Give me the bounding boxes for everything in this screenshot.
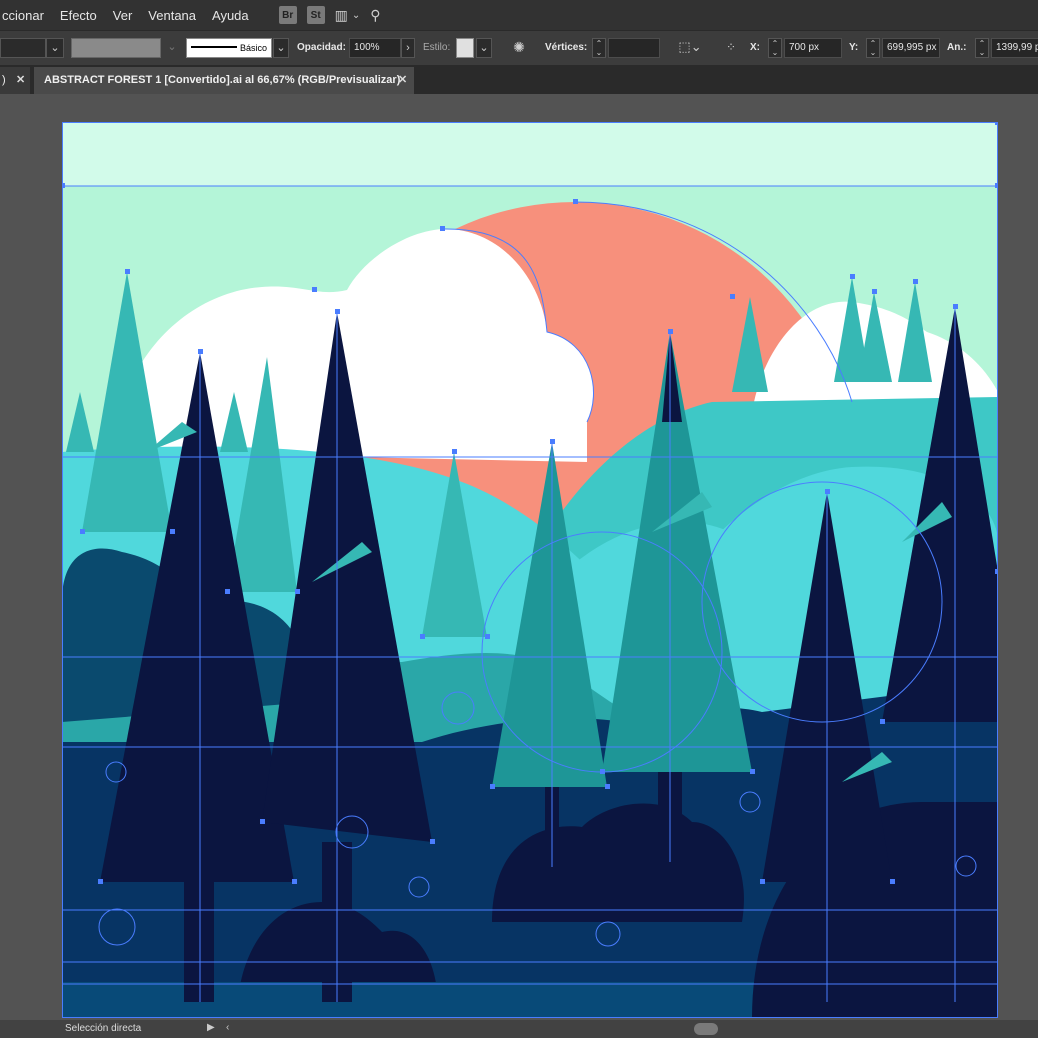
artboard[interactable] xyxy=(62,122,998,1018)
chevron-left-icon[interactable]: ‹ xyxy=(226,1022,229,1033)
width-label: An.: xyxy=(947,42,967,53)
globe-icon[interactable]: ✺ xyxy=(510,38,528,58)
chevron-right-icon[interactable]: ▶ xyxy=(207,1022,215,1033)
grid-icon[interactable]: ⁘ xyxy=(720,38,742,58)
tab-previous[interactable]: ) ✕ xyxy=(0,67,30,94)
tab-previous-label: ) xyxy=(2,74,6,86)
vertices-field[interactable] xyxy=(608,38,660,58)
menu-item-seleccionar[interactable]: ccionar xyxy=(0,8,52,23)
menu-item-ayuda[interactable]: Ayuda xyxy=(204,8,257,23)
tab-abstract-forest[interactable]: ABSTRACT FOREST 1 [Convertido].ai al 66,… xyxy=(34,67,414,94)
tab-title: ABSTRACT FOREST 1 [Convertido].ai al 66,… xyxy=(44,74,401,86)
close-icon[interactable]: ✕ xyxy=(16,67,25,94)
style-label: Estilo: xyxy=(423,42,451,53)
align-icon[interactable]: ⬚⌄ xyxy=(678,38,702,58)
bridge-icon[interactable]: Br xyxy=(278,6,297,24)
width-field[interactable]: 1399,99 px xyxy=(991,38,1038,58)
y-label: Y: xyxy=(849,42,859,53)
opacity-field[interactable]: 100% xyxy=(349,38,401,58)
x-field[interactable]: 700 px xyxy=(784,38,842,58)
sky-top-band xyxy=(62,122,998,186)
chevron-down-icon[interactable]: ⌄ xyxy=(46,38,64,58)
y-stepper[interactable]: ⌃ ⌄ xyxy=(866,38,880,58)
y-field[interactable]: 699,995 px xyxy=(882,38,940,58)
chevron-down-icon[interactable]: ⌄ xyxy=(273,38,289,58)
workspace-icon[interactable]: ▥ xyxy=(335,7,348,24)
chevron-down-icon: ⌄ xyxy=(167,41,177,53)
menu-bar: ccionar Efecto Ver Ventana Ayuda Br St ▥… xyxy=(0,0,1038,30)
fill-swatch[interactable] xyxy=(0,38,46,58)
status-bar: Selección directa ▶ ‹ xyxy=(0,1020,1038,1038)
close-icon[interactable]: ✕ xyxy=(398,67,407,94)
menu-item-ventana[interactable]: Ventana xyxy=(140,8,204,23)
width-stepper[interactable]: ⌃ ⌄ xyxy=(975,38,989,58)
graphic-style-swatch[interactable] xyxy=(456,38,474,58)
vertices-label: Vértices: xyxy=(545,42,588,53)
current-tool-label: Selección directa xyxy=(65,1023,142,1034)
chevron-down-icon[interactable]: ⌄ xyxy=(352,10,360,21)
vertices-stepper[interactable]: ⌃ ⌄ xyxy=(592,38,606,58)
chevron-down-icon[interactable]: ⌄ xyxy=(476,38,492,58)
stroke-profile-swatch[interactable] xyxy=(71,38,161,58)
menu-item-ver[interactable]: Ver xyxy=(105,8,141,23)
x-stepper[interactable]: ⌃ ⌄ xyxy=(768,38,782,58)
control-bar: ⌄ ⌄ Básico ⌄ Opacidad: 100% › Estilo: ⌄ … xyxy=(0,30,1038,66)
canvas-area[interactable] xyxy=(0,94,1038,1020)
menu-item-efecto[interactable]: Efecto xyxy=(52,8,105,23)
horizontal-scrollbar-thumb[interactable] xyxy=(694,1023,718,1035)
stock-icon[interactable]: St xyxy=(306,6,325,24)
document-tab-bar: ) ✕ ABSTRACT FOREST 1 [Convertido].ai al… xyxy=(0,65,1038,94)
rocket-icon[interactable]: ⚲ xyxy=(370,7,380,24)
opacity-label: Opacidad: xyxy=(297,42,346,53)
x-label: X: xyxy=(750,42,760,53)
stroke-style-label: Básico xyxy=(239,43,267,53)
chevron-right-icon[interactable]: › xyxy=(401,38,415,58)
stroke-style-field[interactable]: Básico xyxy=(186,38,272,58)
